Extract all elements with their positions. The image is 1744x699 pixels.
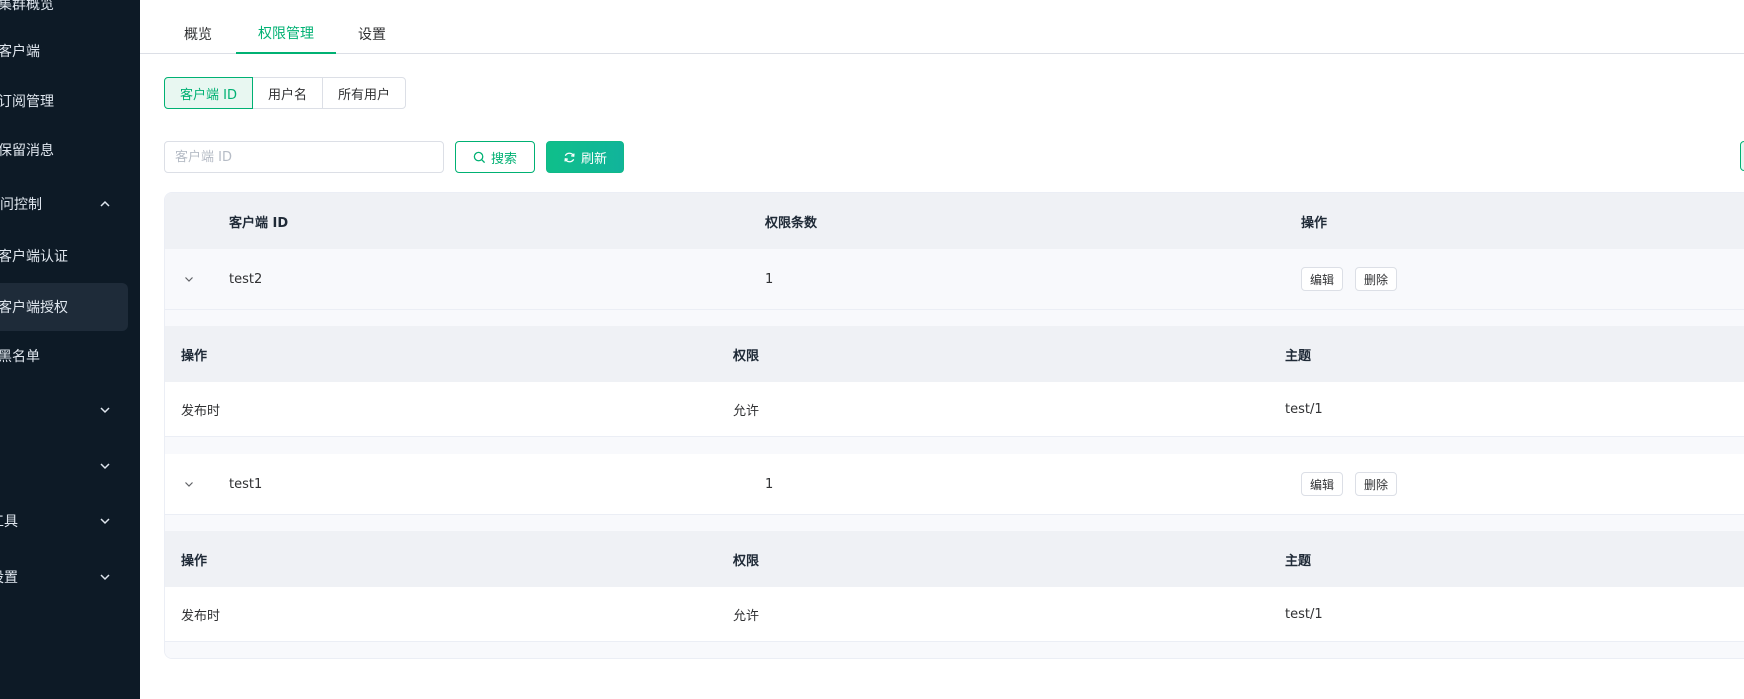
chevron-down-icon bbox=[98, 403, 112, 417]
collapse-chevron-icon[interactable] bbox=[183, 249, 195, 309]
sidebar-item-blacklist[interactable]: 黑名单 bbox=[0, 332, 128, 380]
main-content: 概览 权限管理 设置 客户端 ID 用户名 所有用户 搜索 刷新 客户端 ID … bbox=[140, 0, 1744, 699]
sidebar-item-authentication[interactable]: 客户端认证 bbox=[0, 232, 128, 280]
sidebar-item-group-2[interactable] bbox=[0, 442, 128, 490]
chevron-down-icon bbox=[98, 459, 112, 473]
tab-settings[interactable]: 设置 bbox=[336, 14, 408, 54]
sidebar-item-label: 黑名单 bbox=[0, 349, 40, 365]
collapse-chevron-icon[interactable] bbox=[183, 454, 195, 514]
sidebar: 集群概览 客户端 订阅管理 保留消息 访问控制 客户端认证 客户端授权 黑名单 … bbox=[0, 0, 140, 699]
sidebar-item-label: 保留消息 bbox=[0, 143, 54, 159]
sidebar-item-settings[interactable]: 设置 bbox=[0, 553, 128, 601]
sub-table-header: 操作 权限 主题 bbox=[165, 531, 1744, 587]
refresh-icon bbox=[563, 151, 576, 164]
rule-topic-cell: test/1 bbox=[1285, 606, 1323, 622]
filter-segmented: 客户端 ID 用户名 所有用户 bbox=[164, 77, 407, 109]
add-button-edge[interactable] bbox=[1740, 141, 1744, 171]
tab-bar: 概览 权限管理 设置 bbox=[140, 14, 1744, 54]
tab-overview[interactable]: 概览 bbox=[162, 14, 234, 54]
sub-column-topic: 主题 bbox=[1285, 553, 1312, 569]
actions-cell: 编辑 删除 bbox=[1301, 249, 1409, 309]
edit-button[interactable]: 编辑 bbox=[1301, 267, 1344, 291]
expanded-rules: 操作 权限 主题 发布时 允许 test/1 bbox=[165, 515, 1744, 658]
segment-client-id[interactable]: 客户端 ID bbox=[164, 77, 253, 109]
sidebar-item-group-1[interactable] bbox=[0, 386, 128, 434]
sub-column-topic: 主题 bbox=[1285, 348, 1312, 364]
segment-username[interactable]: 用户名 bbox=[251, 77, 323, 109]
table-row: test2 1 编辑 删除 bbox=[165, 249, 1744, 310]
sidebar-item-label: 客户端授权 bbox=[0, 300, 68, 316]
sidebar-item-access-control[interactable]: 访问控制 bbox=[0, 180, 128, 228]
sidebar-item-label: 集群概览 bbox=[0, 0, 54, 13]
sidebar-item-label: 订阅管理 bbox=[0, 94, 54, 110]
column-header-client-id: 客户端 ID bbox=[229, 215, 289, 231]
sidebar-item-label: 工具 bbox=[0, 514, 18, 530]
delete-button[interactable]: 删除 bbox=[1355, 472, 1398, 496]
refresh-button[interactable]: 刷新 bbox=[546, 141, 624, 173]
table-header: 客户端 ID 权限条数 操作 bbox=[165, 193, 1744, 249]
rule-permission-cell: 允许 bbox=[733, 403, 760, 419]
client-id-cell: test1 bbox=[229, 476, 263, 492]
sidebar-item-authorization[interactable]: 客户端授权 bbox=[0, 283, 128, 331]
sidebar-item-label: 客户端认证 bbox=[0, 249, 68, 265]
rule-permission-cell: 允许 bbox=[733, 608, 760, 624]
refresh-button-label: 刷新 bbox=[580, 151, 607, 167]
search-button-label: 搜索 bbox=[490, 151, 517, 167]
sub-column-action: 操作 bbox=[181, 553, 208, 569]
expanded-rules: 操作 权限 主题 发布时 允许 test/1 bbox=[165, 310, 1744, 454]
rule-action-cell: 发布时 bbox=[181, 403, 221, 419]
column-header-actions: 操作 bbox=[1301, 215, 1328, 231]
table-row: test1 1 编辑 删除 bbox=[165, 454, 1744, 515]
search-icon bbox=[473, 151, 486, 164]
rule-action-cell: 发布时 bbox=[181, 608, 221, 624]
sidebar-item-subscriptions[interactable]: 订阅管理 bbox=[0, 77, 128, 125]
tab-permissions[interactable]: 权限管理 bbox=[236, 14, 336, 54]
count-cell: 1 bbox=[765, 476, 774, 492]
sub-column-action: 操作 bbox=[181, 348, 208, 364]
delete-button[interactable]: 删除 bbox=[1355, 267, 1398, 291]
sidebar-item-tools[interactable]: 工具 bbox=[0, 497, 128, 545]
client-id-cell: test2 bbox=[229, 271, 263, 287]
acl-table: 客户端 ID 权限条数 操作 test2 1 编辑 删除 操作 权限 主题 发布… bbox=[164, 192, 1744, 659]
sub-column-permission: 权限 bbox=[733, 553, 760, 569]
edit-button[interactable]: 编辑 bbox=[1301, 472, 1344, 496]
sub-column-permission: 权限 bbox=[733, 348, 760, 364]
rule-topic-cell: test/1 bbox=[1285, 401, 1323, 417]
sidebar-item-label: 客户端 bbox=[0, 44, 40, 60]
segment-all-users[interactable]: 所有用户 bbox=[322, 77, 407, 109]
sub-table-row: 发布时 允许 test/1 bbox=[165, 382, 1744, 437]
chevron-up-icon bbox=[98, 197, 112, 211]
search-button[interactable]: 搜索 bbox=[455, 141, 535, 173]
count-cell: 1 bbox=[765, 271, 774, 287]
sub-table-row: 发布时 允许 test/1 bbox=[165, 587, 1744, 642]
sidebar-item-cluster-overview[interactable]: 集群概览 bbox=[0, 0, 128, 28]
column-header-count: 权限条数 bbox=[765, 215, 818, 231]
sidebar-item-clients[interactable]: 客户端 bbox=[0, 27, 128, 75]
sidebar-item-retained[interactable]: 保留消息 bbox=[0, 126, 128, 174]
sidebar-item-label: 设置 bbox=[0, 570, 18, 586]
sidebar-item-label: 访问控制 bbox=[0, 197, 42, 213]
actions-cell: 编辑 删除 bbox=[1301, 454, 1409, 514]
chevron-down-icon bbox=[98, 570, 112, 584]
sub-table-header: 操作 权限 主题 bbox=[165, 326, 1744, 382]
chevron-down-icon bbox=[98, 514, 112, 528]
search-input[interactable] bbox=[164, 141, 444, 173]
